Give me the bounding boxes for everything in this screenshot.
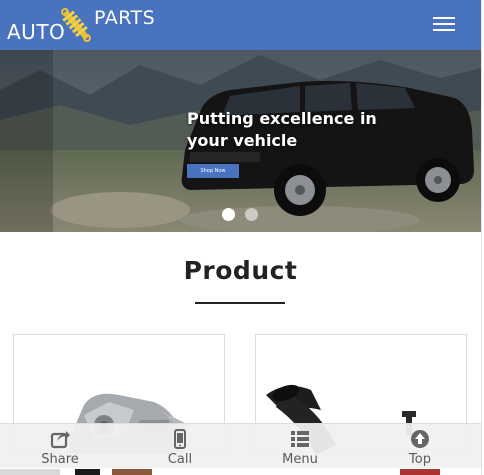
bottom-nav-bar: Share Call Menu Top	[0, 423, 481, 468]
list-icon	[291, 431, 309, 447]
shop-now-button[interactable]: Shop Now	[187, 164, 239, 178]
menu-tab[interactable]: Menu	[240, 424, 360, 469]
hamburger-line	[433, 23, 455, 25]
slide-indicator-2[interactable]	[245, 208, 258, 221]
partial-content	[400, 469, 440, 475]
top-label: Top	[409, 452, 431, 467]
partial-content	[112, 469, 152, 475]
slide-indicator-1[interactable]	[222, 208, 235, 221]
logo[interactable]: AUTO PARTS	[0, 0, 170, 50]
hamburger-line	[433, 29, 455, 31]
site-header: AUTO PARTS	[0, 0, 481, 50]
share-icon	[50, 431, 70, 449]
arrow-up-circle-icon	[411, 430, 429, 448]
menu-label: Menu	[282, 452, 318, 467]
title-underline	[195, 302, 285, 304]
phone-icon	[174, 429, 186, 449]
call-label: Call	[167, 452, 193, 467]
partial-content	[75, 469, 100, 475]
logo-parts-text: PARTS	[94, 7, 156, 29]
call-tab[interactable]: Call	[120, 424, 240, 469]
hamburger-line	[433, 17, 455, 19]
hero-slider[interactable]: Putting excellence in your vehicle Shop …	[0, 50, 481, 232]
hamburger-menu-button[interactable]	[431, 14, 457, 36]
section-title: Product	[183, 256, 298, 285]
top-tab[interactable]: Top	[360, 424, 480, 469]
share-tab[interactable]: Share	[0, 424, 120, 469]
page: AUTO PARTS Putting excellence in your ve…	[0, 0, 484, 475]
partial-content	[0, 469, 60, 475]
shock-absorber-icon	[61, 7, 91, 43]
hero-heading: Putting excellence in your vehicle	[187, 109, 377, 150]
share-label: Share	[41, 452, 79, 467]
